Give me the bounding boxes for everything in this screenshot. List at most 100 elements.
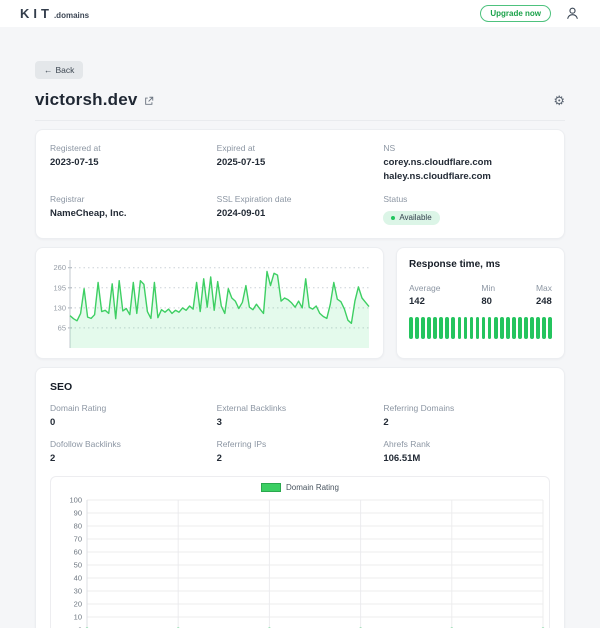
field-value: 2024-09-01 bbox=[216, 207, 266, 219]
uptime-bar bbox=[457, 317, 462, 340]
legend-swatch-icon bbox=[261, 483, 282, 493]
field-label: SSL Expiration date bbox=[216, 193, 292, 204]
uptime-bar bbox=[499, 317, 504, 340]
uptime-bar bbox=[536, 317, 540, 340]
uptime-bar bbox=[451, 317, 456, 340]
seo-stat-external-backlinks: External Backlinks 3 bbox=[217, 403, 384, 430]
field-registered-at: Registered at 2023-07-15 bbox=[50, 143, 217, 184]
uptime-bar bbox=[427, 317, 431, 340]
field-value: NameCheap, Inc. bbox=[50, 207, 127, 219]
rating-ytick-label: 90 bbox=[74, 509, 82, 518]
seo-stat-ahrefs-rank: Ahrefs Rank 106.51M bbox=[383, 439, 550, 466]
field-registrar: Registrar NameCheap, Inc. bbox=[50, 194, 217, 225]
uptime-bar bbox=[524, 317, 528, 340]
field-value: 2023-07-15 bbox=[50, 157, 99, 168]
domain-rating-chart: 01020304050607080901002024-06-162024-06-… bbox=[55, 494, 545, 628]
stat-label: Domain Rating bbox=[50, 402, 107, 413]
uptime-bar bbox=[548, 317, 553, 340]
uptime-bar bbox=[415, 317, 419, 340]
uptime-bar bbox=[475, 317, 480, 340]
back-button[interactable]: ← Back bbox=[35, 61, 84, 79]
logo-suffix: .domains bbox=[53, 11, 90, 20]
rating-ytick-label: 20 bbox=[74, 600, 82, 609]
status-dot-icon bbox=[391, 215, 396, 220]
response-time-chart-svg: 65 130 195 260 bbox=[53, 259, 370, 348]
uptime-bar bbox=[518, 317, 522, 340]
stat-label: Average bbox=[409, 282, 441, 293]
rating-ytick-label: 70 bbox=[74, 535, 82, 544]
stat-max: Max 248 bbox=[536, 283, 552, 309]
app-logo[interactable]: KIT .domains bbox=[20, 6, 89, 21]
field-expired-at: Expired at 2025-07-15 bbox=[217, 143, 384, 184]
stat-label: Ahrefs Rank bbox=[383, 439, 431, 450]
chart-legend: Domain Rating bbox=[55, 483, 545, 493]
spark-ytick-label: 195 bbox=[53, 283, 66, 292]
stat-value: 3 bbox=[216, 416, 222, 428]
stat-value: 142 bbox=[409, 295, 425, 307]
domain-rating-chart-box: Domain Rating 01020304050607080901002024… bbox=[50, 476, 550, 628]
stat-value: 106.51M bbox=[383, 453, 421, 465]
status-text: Available bbox=[399, 213, 432, 223]
seo-stat-domain-rating: Domain Rating 0 bbox=[50, 403, 217, 430]
settings-gear-icon[interactable]: ⚙ bbox=[553, 94, 565, 107]
stat-value: 2 bbox=[50, 453, 56, 465]
uptime-bar bbox=[530, 317, 534, 340]
response-time-stats: Average 142 Min 80 Max 248 bbox=[409, 283, 552, 309]
user-profile-icon[interactable] bbox=[565, 6, 580, 21]
seo-stat-referring-domains: Referring Domains 2 bbox=[383, 403, 550, 430]
uptime-bar bbox=[542, 317, 547, 340]
rating-ytick-label: 30 bbox=[74, 587, 82, 596]
spark-ytick-label: 65 bbox=[58, 323, 66, 332]
field-ns: NS corey.ns.cloudflare.com haley.ns.clou… bbox=[383, 143, 550, 184]
field-status: Status Available bbox=[383, 194, 550, 225]
field-label: Expired at bbox=[216, 143, 255, 153]
stat-label: Referring IPs bbox=[216, 439, 267, 450]
uptime-bar bbox=[506, 317, 510, 340]
field-label: Status bbox=[383, 193, 408, 204]
stat-value: 0 bbox=[50, 416, 56, 428]
rating-ytick-label: 50 bbox=[74, 561, 82, 570]
field-ssl-expiration: SSL Expiration date 2024-09-01 bbox=[217, 194, 384, 225]
uptime-bar bbox=[512, 317, 516, 340]
uptime-bar bbox=[433, 317, 437, 340]
domain-rating-chart-svg: 01020304050607080901002024-06-162024-06-… bbox=[69, 496, 545, 628]
seo-card: SEO Domain Rating 0 External Backlinks 3… bbox=[35, 366, 565, 628]
logo-text: KIT bbox=[20, 6, 53, 21]
seo-stat-referring-ips: Referring IPs 2 bbox=[217, 439, 384, 466]
response-time-chart-card: 65 130 195 260 bbox=[35, 246, 384, 359]
back-label: Back bbox=[55, 65, 75, 75]
stat-label: Max bbox=[535, 282, 552, 293]
topbar-actions: Upgrade now bbox=[480, 5, 580, 22]
rating-ytick-label: 40 bbox=[74, 574, 82, 583]
uptime-bar bbox=[409, 317, 413, 340]
back-arrow-icon: ← bbox=[44, 65, 53, 75]
stat-value: 80 bbox=[481, 295, 492, 307]
response-time-chart: 65 130 195 260 bbox=[42, 252, 377, 359]
uptime-bar bbox=[493, 317, 498, 340]
uptime-bar bbox=[487, 317, 492, 340]
uptime-bars bbox=[409, 317, 553, 340]
uptime-bar bbox=[421, 317, 425, 340]
upgrade-now-button[interactable]: Upgrade now bbox=[480, 5, 551, 22]
legend-label: Domain Rating bbox=[286, 483, 339, 493]
seo-stat-dofollow-backlinks: Dofollow Backlinks 2 bbox=[50, 439, 217, 466]
field-label: NS bbox=[383, 143, 396, 153]
rating-ytick-label: 100 bbox=[69, 496, 82, 505]
domain-info-card: Registered at 2023-07-15 Expired at 2025… bbox=[35, 129, 565, 239]
spark-ytick-label: 260 bbox=[53, 263, 66, 272]
seo-title: SEO bbox=[50, 380, 73, 393]
page-title: victorsh.dev bbox=[35, 90, 138, 109]
rating-ytick-label: 80 bbox=[74, 522, 82, 531]
uptime-bar bbox=[463, 317, 468, 340]
response-time-stats-card: Response time, ms Average 142 Min 80 Max… bbox=[396, 246, 565, 359]
stat-label: External Backlinks bbox=[216, 402, 287, 413]
ns-record-2: haley.ns.cloudflare.com bbox=[383, 170, 491, 182]
rating-ytick-label: 60 bbox=[74, 548, 82, 557]
stat-label: Dofollow Backlinks bbox=[50, 439, 121, 450]
stat-label: Min bbox=[481, 282, 496, 293]
stat-label: Referring Domains bbox=[383, 402, 455, 413]
uptime-bar bbox=[481, 317, 486, 340]
stat-average: Average 142 bbox=[409, 283, 441, 309]
external-link-icon[interactable] bbox=[144, 96, 154, 106]
uptime-bar bbox=[469, 317, 474, 340]
